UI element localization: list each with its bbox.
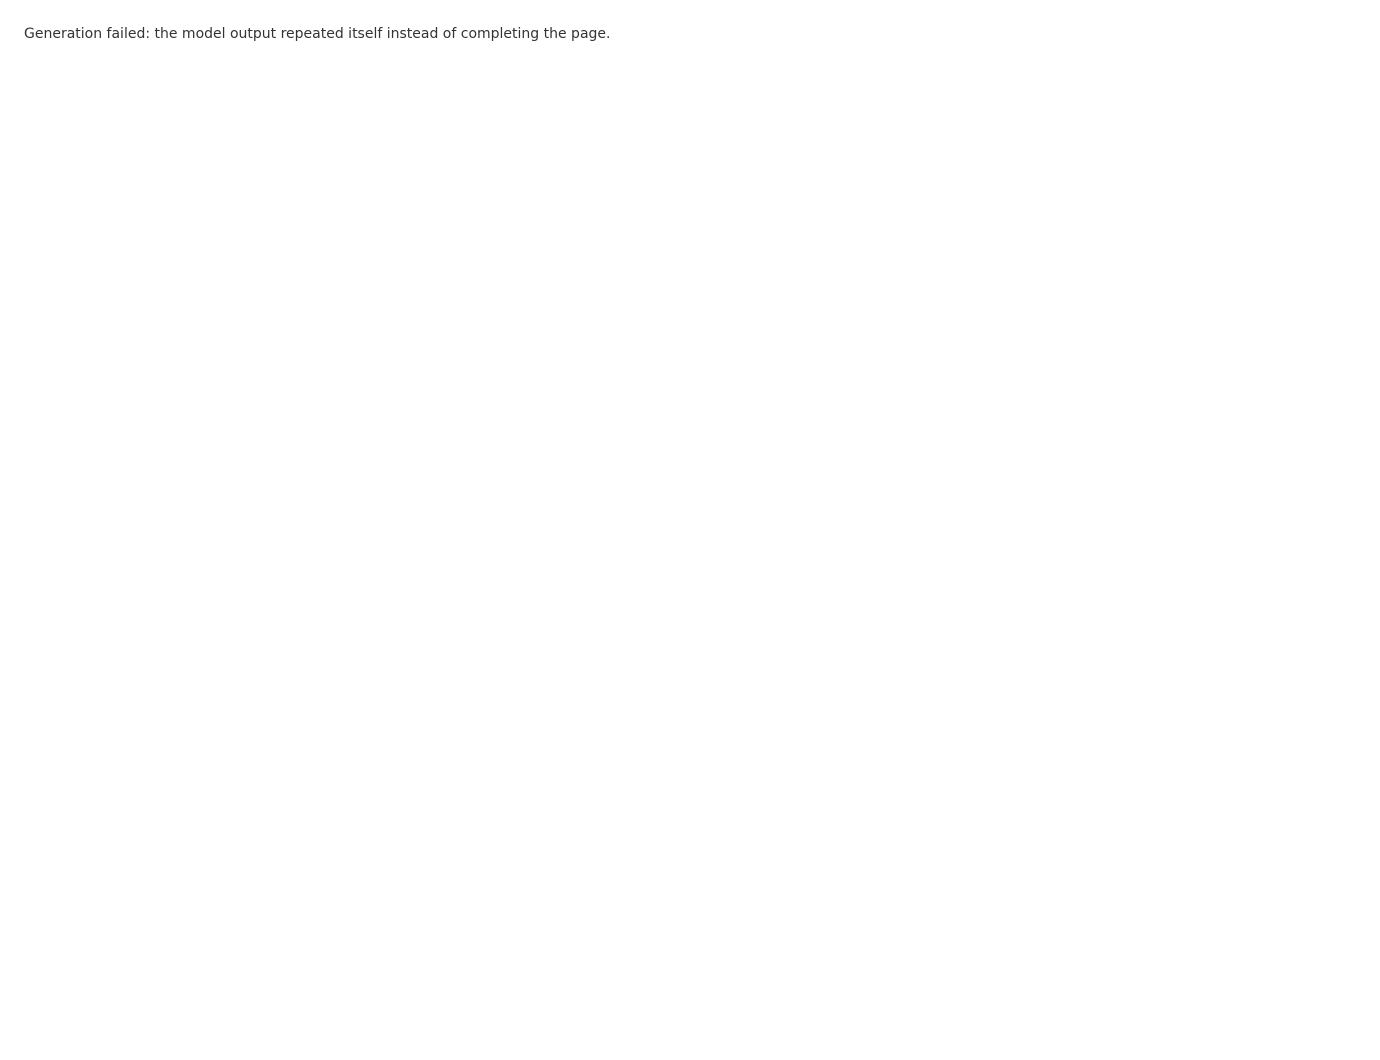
notice: Generation failed: the model output repe… [24, 26, 611, 42]
